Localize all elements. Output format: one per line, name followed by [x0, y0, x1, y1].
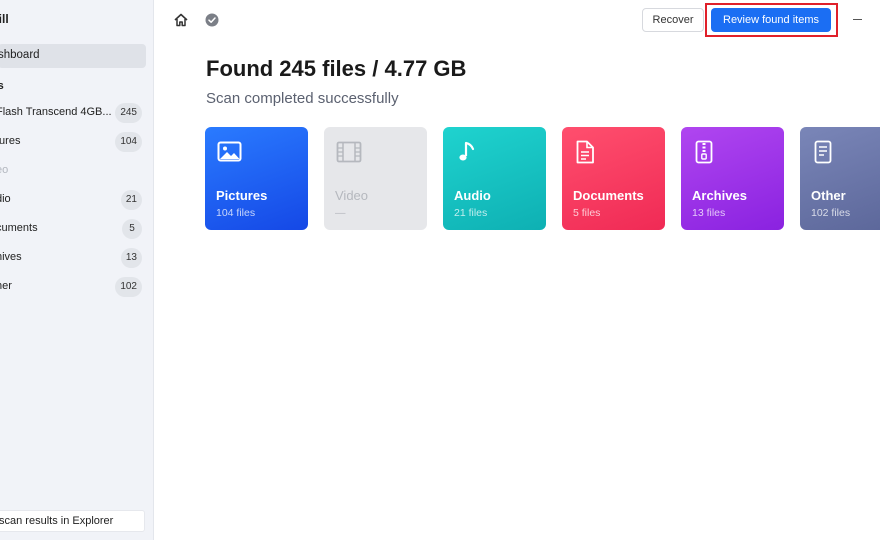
card-title: Video: [335, 188, 369, 203]
count-badge: 13: [120, 248, 142, 268]
review-found-items-button[interactable]: Review found items: [711, 8, 831, 32]
sidebar: rill shboard ts Flash Transcend 4GB... 2…: [0, 0, 154, 540]
file-icon: [812, 140, 838, 164]
card-file-count: 104 files: [216, 207, 256, 219]
category-card-audio[interactable]: Audio 21 files: [443, 127, 546, 230]
category-card-pictures[interactable]: Pictures 104 files: [205, 127, 308, 230]
check-circle-icon: [205, 13, 219, 27]
music-note-icon: [455, 140, 481, 164]
recover-button[interactable]: Recover: [642, 8, 704, 32]
card-file-count: 5 files: [573, 207, 601, 219]
sidebar-item-label: Flash Transcend 4GB...: [0, 106, 112, 118]
document-icon: [574, 140, 600, 164]
scan-status-text: Scan completed successfully: [206, 90, 399, 107]
card-title: Documents: [573, 188, 644, 203]
card-title: Pictures: [216, 188, 268, 203]
sidebar-item-archives[interactable]: hives 13: [0, 247, 146, 269]
app-title: rill: [0, 12, 9, 26]
card-file-count: 13 files: [692, 207, 726, 219]
minimize-icon[interactable]: [851, 12, 865, 26]
sidebar-item-label: hives: [0, 251, 22, 263]
category-card-archives[interactable]: Archives 13 files: [681, 127, 784, 230]
sidebar-item-label: cuments: [0, 222, 38, 234]
sidebar-item-label: tures: [0, 135, 21, 147]
sidebar-item-label: her: [0, 280, 12, 292]
sidebar-item-documents[interactable]: cuments 5: [0, 218, 146, 240]
count-badge: 102: [115, 277, 142, 297]
home-icon[interactable]: [173, 12, 189, 28]
open-results-explorer-label: scan results in Explorer: [0, 515, 114, 527]
sidebar-item-video: eo: [0, 160, 146, 182]
category-card-video: Video —: [324, 127, 427, 230]
page-title: Found 245 files / 4.77 GB: [206, 56, 467, 81]
sidebar-item-pictures[interactable]: tures 104: [0, 131, 146, 153]
sidebar-item-device[interactable]: Flash Transcend 4GB... 245: [0, 102, 146, 124]
sidebar-item-other[interactable]: her 102: [0, 276, 146, 298]
open-results-explorer-link[interactable]: scan results in Explorer: [0, 510, 145, 532]
archive-icon: [693, 140, 719, 164]
card-file-count: 102 files: [811, 207, 851, 219]
card-title: Other: [811, 188, 846, 203]
image-icon: [217, 140, 243, 164]
category-card-other[interactable]: Other 102 files: [800, 127, 880, 230]
count-badge: 104: [115, 132, 142, 152]
card-file-count: 21 files: [454, 207, 488, 219]
count-badge: 21: [120, 190, 142, 210]
count-badge: 5: [122, 219, 142, 239]
card-title: Audio: [454, 188, 491, 203]
card-title: Archives: [692, 188, 747, 203]
card-file-count: —: [335, 207, 346, 219]
sidebar-item-label: eo: [0, 164, 9, 176]
sidebar-item-audio[interactable]: dio 21: [0, 189, 146, 211]
count-badge: 245: [115, 103, 142, 123]
sidebar-item-dashboard[interactable]: shboard: [0, 44, 146, 68]
sidebar-item-label: dio: [0, 193, 11, 205]
sidebar-item-dashboard-label: shboard: [0, 49, 40, 61]
category-card-documents[interactable]: Documents 5 files: [562, 127, 665, 230]
film-icon: [336, 140, 362, 164]
sidebar-section-heading: ts: [0, 80, 4, 92]
